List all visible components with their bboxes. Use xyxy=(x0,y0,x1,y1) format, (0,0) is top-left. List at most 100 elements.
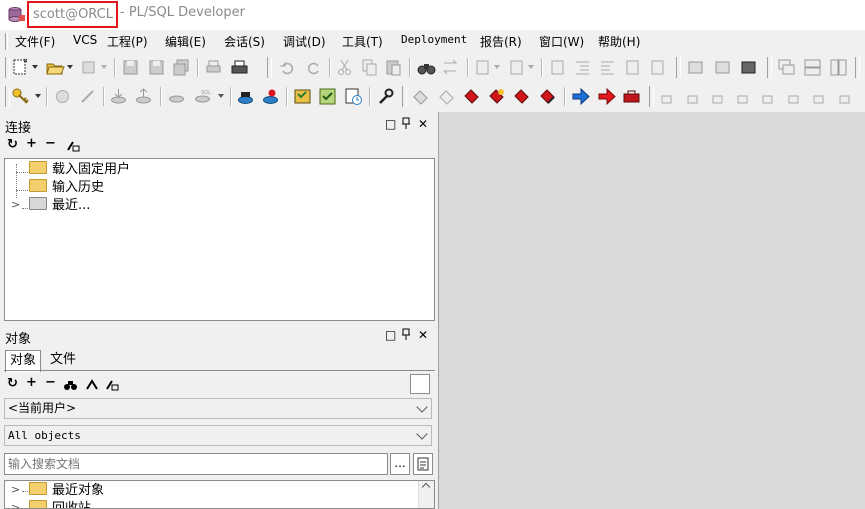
panel-close-icon[interactable]: ✕ xyxy=(418,117,428,131)
tree-item-label: 回收站 xyxy=(52,501,92,509)
tree-item-label: 输入历史 xyxy=(52,180,105,195)
window-tile-vertical-icon xyxy=(830,59,847,76)
menu-tools[interactable]: 工具(T) xyxy=(342,33,383,50)
refresh-icon[interactable]: ↻ xyxy=(7,137,18,152)
toolbar-session: SQL xyxy=(0,82,865,112)
arrow-right-blue-icon[interactable] xyxy=(571,87,590,106)
version-tool-2-icon xyxy=(687,95,698,104)
connection-properties-icon[interactable] xyxy=(66,139,80,152)
menu-file[interactable]: 文件(F) xyxy=(15,33,55,50)
window-cascade-icon xyxy=(778,59,795,75)
tree-item-input-history[interactable]: 输入历史 xyxy=(29,179,104,197)
find-binoculars-icon[interactable] xyxy=(417,58,436,77)
print-icon xyxy=(206,60,221,73)
object-red-1-icon[interactable] xyxy=(462,87,481,106)
session-disconnect-icon[interactable] xyxy=(261,87,280,106)
cut-icon xyxy=(338,59,351,75)
search-input[interactable] xyxy=(4,453,388,475)
sql-dropdown-icon[interactable] xyxy=(218,94,224,98)
svg-text:SQL: SQL xyxy=(201,90,211,96)
expand-chevron-icon[interactable]: > xyxy=(11,483,20,496)
printer-icon[interactable] xyxy=(230,58,249,77)
panel-close-icon[interactable]: ✕ xyxy=(418,328,428,342)
object-red-3-icon[interactable] xyxy=(512,87,531,106)
break-icon xyxy=(81,90,94,103)
object-browser-icon[interactable] xyxy=(293,87,312,106)
menu-edit[interactable]: 编辑(E) xyxy=(165,33,206,50)
refresh-icon[interactable]: ↻ xyxy=(7,376,18,391)
toolbar-separator xyxy=(541,58,543,77)
version-tool-6-icon xyxy=(788,95,799,104)
folder-icon xyxy=(29,482,47,495)
menu-deployment[interactable]: Deployment xyxy=(401,33,467,46)
expand-chevron-icon[interactable]: > xyxy=(11,198,20,211)
toolbar-separator xyxy=(467,58,469,77)
connections-panel-title: 连接 xyxy=(5,121,32,136)
remove-icon[interactable]: − xyxy=(45,375,56,390)
tree-item-recent[interactable]: 最近... xyxy=(29,197,90,215)
object-red-4-icon[interactable] xyxy=(538,87,557,106)
tree-item-recycle-bin[interactable]: 回收站 xyxy=(29,500,92,509)
print-preview-icon xyxy=(82,61,95,74)
toolbox-icon[interactable] xyxy=(622,87,641,106)
preferences-wrench-icon[interactable] xyxy=(376,87,395,106)
toolbar-grip xyxy=(5,86,10,107)
new-dropdown-icon[interactable] xyxy=(32,65,38,69)
arrow-right-red-icon[interactable] xyxy=(597,87,616,106)
remove-icon[interactable]: − xyxy=(45,136,56,151)
scroll-up-icon[interactable] xyxy=(421,482,431,492)
panel-restore-icon[interactable]: □ xyxy=(385,328,396,342)
expand-chevron-icon[interactable]: > xyxy=(11,501,20,508)
add-icon[interactable]: + xyxy=(26,136,37,151)
tab-files[interactable]: 文件 xyxy=(46,350,80,371)
workspace-area[interactable] xyxy=(438,112,865,509)
object-properties-icon[interactable] xyxy=(105,378,119,391)
open-dropdown-icon[interactable] xyxy=(67,65,73,69)
menu-session[interactable]: 会话(S) xyxy=(224,33,265,50)
add-icon[interactable]: + xyxy=(26,375,37,390)
objects-panel-header: 对象 □ ✕ xyxy=(0,326,438,347)
commit-icon xyxy=(111,89,126,104)
connections-tree[interactable]: 载入固定用户 输入历史 > 最近... xyxy=(4,158,435,321)
tab-divider xyxy=(4,370,435,371)
logon-dropdown-icon[interactable] xyxy=(35,94,41,98)
tree-item-fixed-users[interactable]: 载入固定用户 xyxy=(29,161,130,179)
tab-objects[interactable]: 对象 xyxy=(5,350,42,372)
macro-record-icon xyxy=(688,61,703,74)
menu-project[interactable]: 工程(P) xyxy=(107,33,148,50)
new-icon[interactable] xyxy=(11,58,30,77)
objects-tree[interactable]: > 最近对象 > 回收站 xyxy=(4,480,435,509)
scrollbar[interactable] xyxy=(418,481,434,508)
toggle-checkbox[interactable] xyxy=(410,374,430,394)
macro-library-icon[interactable] xyxy=(739,58,758,77)
open-folder-icon[interactable] xyxy=(46,58,65,77)
session-connect-icon[interactable] xyxy=(236,87,255,106)
logon-key-icon[interactable] xyxy=(11,87,30,106)
menu-help[interactable]: 帮助(H) xyxy=(598,33,640,50)
macro-play-icon xyxy=(715,61,730,74)
save-as-icon xyxy=(149,60,164,75)
object-type-select[interactable]: All objects xyxy=(4,425,432,446)
toolbar-main xyxy=(0,53,865,82)
panel-pin-icon[interactable] xyxy=(401,117,411,132)
tree-item-label: 最近... xyxy=(52,198,91,213)
window-list-icon[interactable] xyxy=(318,87,337,106)
toolbar-separator xyxy=(329,58,331,77)
paste-icon xyxy=(386,60,401,76)
object-red-2-icon[interactable] xyxy=(487,87,506,106)
find-binoculars-icon[interactable] xyxy=(63,378,78,391)
menu-window[interactable]: 窗口(W) xyxy=(539,33,584,50)
panel-restore-icon[interactable]: □ xyxy=(385,117,396,131)
more-options-button[interactable]: ... xyxy=(390,453,410,475)
menu-vcs[interactable]: VCS xyxy=(73,33,97,47)
tree-item-recent-objects[interactable]: 最近对象 xyxy=(29,482,104,500)
filter-icon[interactable] xyxy=(85,378,99,391)
tree-guide xyxy=(16,164,17,198)
history-icon[interactable] xyxy=(344,87,363,106)
user-select[interactable]: <当前用户> xyxy=(4,398,432,419)
search-document-icon[interactable] xyxy=(413,453,433,475)
panel-pin-icon[interactable] xyxy=(401,328,411,343)
menu-reports[interactable]: 报告(R) xyxy=(480,33,522,50)
toolbar-separator xyxy=(409,58,411,77)
menu-debug[interactable]: 调试(D) xyxy=(283,33,326,50)
